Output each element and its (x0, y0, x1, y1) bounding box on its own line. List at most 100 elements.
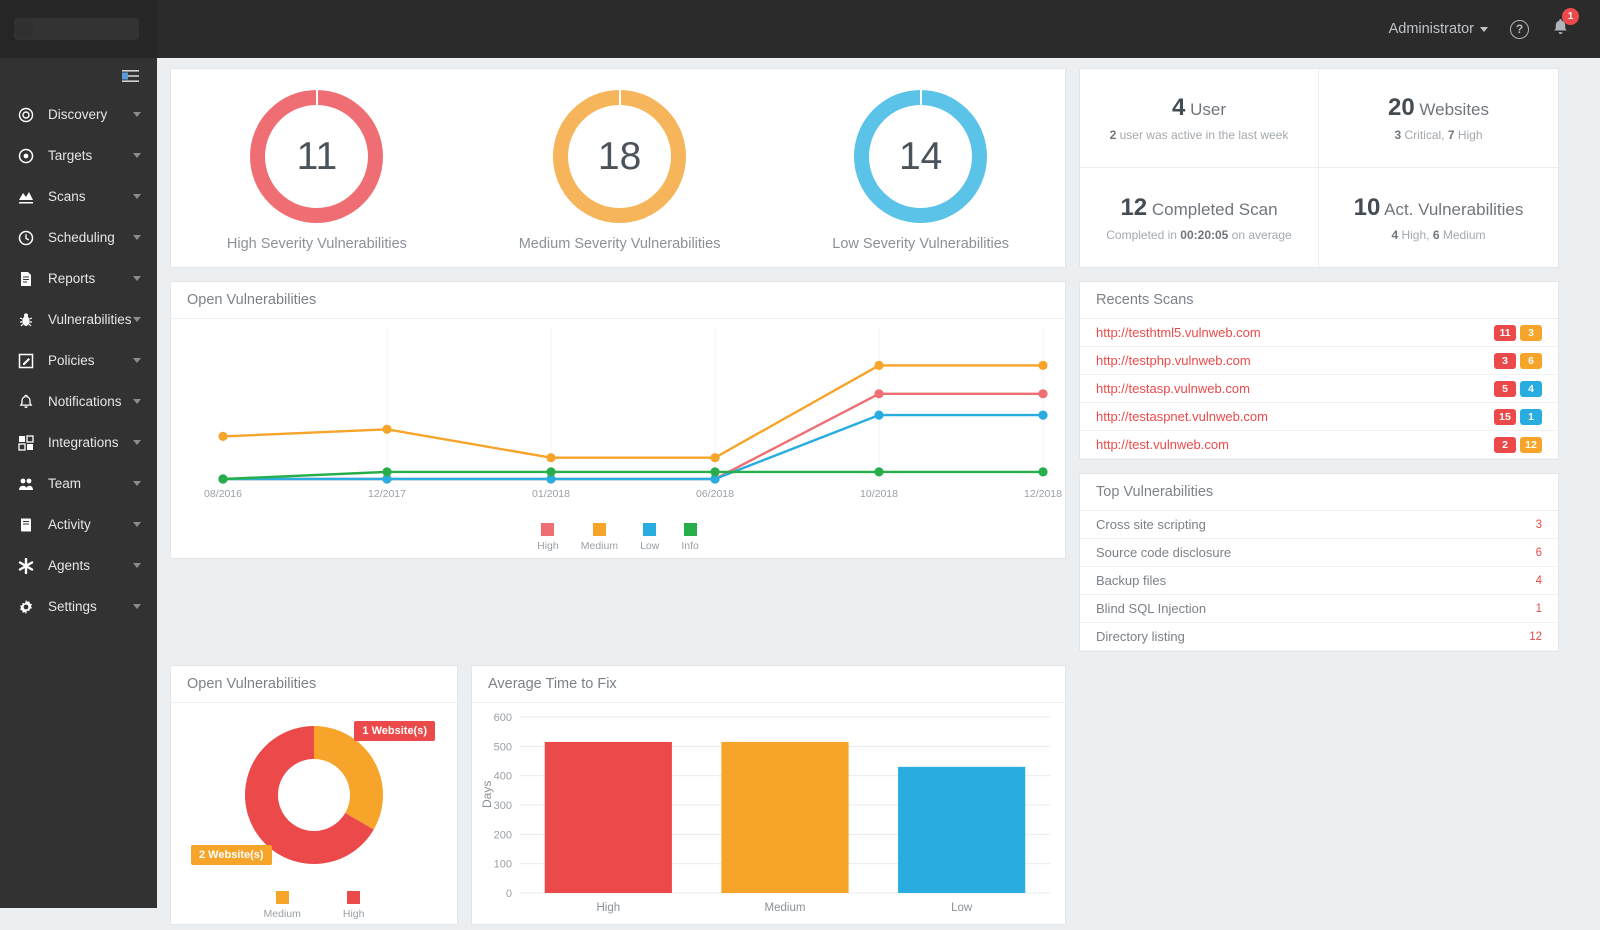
app-logo[interactable] (0, 0, 157, 58)
status-badge: 5 (1494, 381, 1516, 397)
puzzle-grid-icon (18, 435, 40, 451)
stat-number-user: 4 (1172, 94, 1185, 121)
charts-row: Open Vulnerabilities 08/201612/201701/20… (170, 281, 1587, 652)
recents-scans-panel: Recents Scans http://testhtml5.vulnweb.c… (1079, 281, 1559, 460)
svg-text:600: 600 (494, 712, 512, 724)
sidebar-item-settings[interactable]: Settings (0, 586, 157, 627)
svg-text:12/2018: 12/2018 (1024, 488, 1062, 500)
table-row[interactable]: http://test.vulnweb.com 212 (1080, 431, 1558, 459)
sidebar-item-scheduling[interactable]: Scheduling (0, 217, 157, 258)
clock-icon (18, 230, 40, 246)
gauge-label-medium: Medium Severity Vulnerabilities (519, 236, 721, 252)
legend-item[interactable]: High (343, 891, 365, 920)
sidebar-nav: DiscoveryTargets Scans SchedulingReports Vu… (0, 94, 157, 627)
bar-chart-ylabel: Days (480, 781, 494, 808)
sidebar-item-activity[interactable]: Activity (0, 504, 157, 545)
scan-badges: 113 (1494, 325, 1542, 341)
administrator-label: Administrator (1389, 21, 1474, 37)
scan-url-link[interactable]: http://testasp.vulnweb.com (1096, 381, 1250, 396)
gauge-high: 11 High Severity Vulnerabilities (227, 90, 407, 252)
vulnerability-count: 6 (1536, 547, 1542, 559)
recents-scans-title: Recents Scans (1080, 282, 1558, 319)
legend-item[interactable]: Info (681, 523, 699, 552)
scan-url-link[interactable]: http://testaspnet.vulnweb.com (1096, 409, 1268, 424)
list-item[interactable]: Source code disclosure6 (1080, 539, 1558, 567)
stat-card-user[interactable]: 4 User 2 user was active in the last wee… (1080, 69, 1319, 168)
scan-url-link[interactable]: http://test.vulnweb.com (1096, 437, 1229, 452)
table-row[interactable]: http://testhtml5.vulnweb.com 113 (1080, 319, 1558, 347)
sidebar-item-integrations[interactable]: Integrations (0, 422, 157, 463)
help-icon[interactable]: ? (1510, 20, 1529, 39)
stat-title-completed-scan: Completed Scan (1152, 200, 1278, 219)
vulnerability-count: 12 (1529, 631, 1542, 643)
sidebar-item-policies[interactable]: Policies (0, 340, 157, 381)
table-row[interactable]: http://testphp.vulnweb.com 36 (1080, 347, 1558, 375)
svg-text:300: 300 (494, 800, 512, 812)
svg-text:12/2017: 12/2017 (368, 488, 406, 500)
collapse-sidebar-icon[interactable] (0, 58, 157, 94)
chart-area-icon (18, 189, 40, 205)
gauge-value-high: 11 (265, 105, 368, 208)
list-item[interactable]: Cross site scripting3 (1080, 511, 1558, 539)
edit-square-icon (18, 353, 40, 369)
status-badge: 12 (1520, 437, 1542, 453)
average-time-to-fix-panel: Average Time to Fix Days 010020030040050… (471, 665, 1066, 925)
sidebar-item-scans[interactable]: Scans (0, 176, 157, 217)
sidebar-item-vulnerabilities[interactable]: Vulnerabilities (0, 299, 157, 340)
bug-icon (18, 312, 40, 328)
legend-item[interactable]: High (537, 523, 559, 552)
sidebar-item-discovery[interactable]: Discovery (0, 94, 157, 135)
table-row[interactable]: http://testasp.vulnweb.com 54 (1080, 375, 1558, 403)
table-row[interactable]: http://testaspnet.vulnweb.com151 (1080, 403, 1558, 431)
chevron-down-icon (133, 563, 141, 568)
notifications-button[interactable]: 1 (1551, 17, 1570, 42)
svg-text:200: 200 (494, 829, 512, 841)
sidebar-item-label: Policies (40, 353, 133, 368)
stat-number-completed-scan: 12 (1120, 194, 1147, 221)
bell-icon (18, 394, 40, 410)
scan-badges: 36 (1494, 353, 1542, 369)
legend-label: Medium (264, 908, 301, 920)
sidebar: DiscoveryTargets Scans SchedulingReports Vu… (0, 58, 157, 908)
list-item[interactable]: Directory listing 12 (1080, 623, 1558, 651)
svg-text:08/2016: 08/2016 (204, 488, 242, 500)
legend-item[interactable]: Medium (264, 891, 301, 920)
stat-card-websites[interactable]: 20 Websites 3 Critical, 7 High (1319, 69, 1558, 168)
donut-annotation-medium: 2 Website(s) (191, 845, 272, 865)
list-item[interactable]: Backup files4 (1080, 567, 1558, 595)
sidebar-item-label: Activity (40, 517, 133, 532)
legend-label: Low (640, 540, 659, 552)
sidebar-item-reports[interactable]: Reports (0, 258, 157, 299)
vulnerability-name: Directory listing (1096, 629, 1185, 644)
administrator-menu[interactable]: Administrator (1389, 21, 1488, 37)
sidebar-item-team[interactable]: Team (0, 463, 157, 504)
sidebar-item-label: Vulnerabilities (40, 312, 133, 327)
scan-url-link[interactable]: http://testphp.vulnweb.com (1096, 353, 1251, 368)
list-item[interactable]: Blind SQL Injection1 (1080, 595, 1558, 623)
legend-swatch (276, 891, 289, 904)
legend-item[interactable]: Medium (581, 523, 618, 552)
status-badge: 3 (1494, 353, 1516, 369)
sidebar-item-notifications[interactable]: Notifications (0, 381, 157, 422)
sidebar-item-agents[interactable]: Agents (0, 545, 157, 586)
legend-item[interactable]: Low (640, 523, 659, 552)
ring-gap (619, 89, 622, 106)
scan-badges: 54 (1494, 381, 1542, 397)
sidebar-item-targets[interactable]: Targets (0, 135, 157, 176)
chevron-down-icon (1480, 27, 1488, 32)
stat-card-act-vulnerabilities[interactable]: 10 Act. Vulnerabilities 4 High, 6 Medium (1319, 168, 1558, 267)
logo-wordmark (40, 22, 139, 36)
legend-label: Medium (581, 540, 618, 552)
scan-url-link[interactable]: http://testhtml5.vulnweb.com (1096, 325, 1261, 340)
scan-badges: 212 (1494, 437, 1542, 453)
svg-text:01/2018: 01/2018 (532, 488, 570, 500)
logo-mark (14, 19, 34, 39)
legend-swatch (347, 891, 360, 904)
donut-ring-medium: 18 (553, 90, 686, 223)
sidebar-item-label: Scans (40, 189, 133, 204)
vulnerability-count: 1 (1536, 603, 1542, 615)
stat-card-completed-scan[interactable]: 12 Completed Scan Completed in 00:20:05 … (1080, 168, 1319, 267)
top-vulnerabilities-title: Top Vulnerabilities (1080, 474, 1558, 511)
stat-sub-medium-count-v: 6 (1433, 228, 1440, 242)
summary-row: 11 High Severity Vulnerabilities 18 Medi… (170, 68, 1587, 268)
